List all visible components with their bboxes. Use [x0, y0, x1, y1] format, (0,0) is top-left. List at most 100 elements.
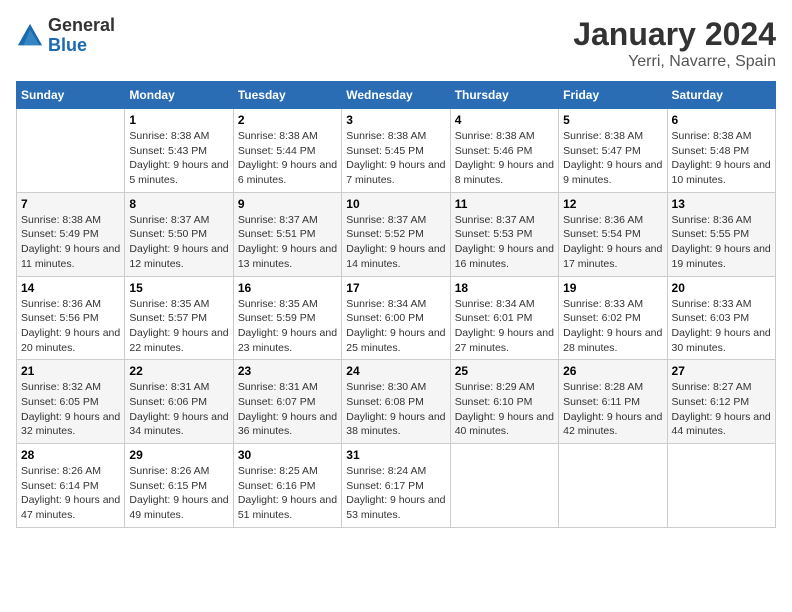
day-number: 16 — [238, 281, 337, 295]
day-number: 25 — [455, 364, 554, 378]
calendar-cell: 26 Sunrise: 8:28 AMSunset: 6:11 PMDayligh… — [559, 360, 667, 444]
calendar-cell: 28 Sunrise: 8:26 AMSunset: 6:14 PMDayligh… — [17, 444, 125, 528]
day-info: Sunrise: 8:31 AMSunset: 6:06 PMDaylight:… — [129, 380, 228, 439]
day-number: 26 — [563, 364, 662, 378]
calendar-cell — [667, 444, 775, 528]
day-number: 22 — [129, 364, 228, 378]
calendar-cell: 23 Sunrise: 8:31 AMSunset: 6:07 PMDayligh… — [233, 360, 341, 444]
header-sunday: Sunday — [17, 82, 125, 109]
day-info: Sunrise: 8:36 AMSunset: 5:56 PMDaylight:… — [21, 297, 120, 356]
calendar-cell: 6Sunrise: 8:38 AMSunset: 5:48 PMDaylight… — [667, 109, 775, 193]
calendar-cell: 29 Sunrise: 8:26 AMSunset: 6:15 PMDayligh… — [125, 444, 233, 528]
day-info: Sunrise: 8:33 AMSunset: 6:02 PMDaylight:… — [563, 297, 662, 356]
calendar-cell: 9Sunrise: 8:37 AMSunset: 5:51 PMDaylight… — [233, 192, 341, 276]
day-number: 23 — [238, 364, 337, 378]
day-number: 27 — [672, 364, 771, 378]
calendar-week-row: 7 Sunrise: 8:38 AMSunset: 5:49 PMDaylight… — [17, 192, 776, 276]
day-info: Sunrise: 8:26 AMSunset: 6:14 PMDaylight:… — [21, 464, 120, 523]
calendar-cell: 7 Sunrise: 8:38 AMSunset: 5:49 PMDaylight… — [17, 192, 125, 276]
day-info: Sunrise: 8:38 AMSunset: 5:44 PMDaylight:… — [238, 129, 337, 188]
calendar-cell: 20Sunrise: 8:33 AMSunset: 6:03 PMDayligh… — [667, 276, 775, 360]
day-info: Sunrise: 8:36 AMSunset: 5:54 PMDaylight:… — [563, 213, 662, 272]
calendar-cell: 2 Sunrise: 8:38 AMSunset: 5:44 PMDaylight… — [233, 109, 341, 193]
calendar-cell: 31 Sunrise: 8:24 AMSunset: 6:17 PMDayligh… — [342, 444, 450, 528]
calendar-cell: 12 Sunrise: 8:36 AMSunset: 5:54 PMDayligh… — [559, 192, 667, 276]
calendar-cell: 3Sunrise: 8:38 AMSunset: 5:45 PMDaylight… — [342, 109, 450, 193]
page-header: General Blue January 2024 Yerri, Navarre… — [16, 16, 776, 71]
day-number: 17 — [346, 281, 445, 295]
calendar-cell: 8Sunrise: 8:37 AMSunset: 5:50 PMDaylight… — [125, 192, 233, 276]
day-number: 12 — [563, 197, 662, 211]
calendar-cell: 15Sunrise: 8:35 AMSunset: 5:57 PMDayligh… — [125, 276, 233, 360]
day-info: Sunrise: 8:34 AMSunset: 6:01 PMDaylight:… — [455, 297, 554, 356]
day-number: 6 — [672, 113, 771, 127]
header-friday: Friday — [559, 82, 667, 109]
day-info: Sunrise: 8:35 AMSunset: 5:59 PMDaylight:… — [238, 297, 337, 356]
day-info: Sunrise: 8:27 AMSunset: 6:12 PMDaylight:… — [672, 380, 771, 439]
calendar-cell: 27 Sunrise: 8:27 AMSunset: 6:12 PMDayligh… — [667, 360, 775, 444]
day-info: Sunrise: 8:38 AMSunset: 5:45 PMDaylight:… — [346, 129, 445, 188]
day-info: Sunrise: 8:35 AMSunset: 5:57 PMDaylight:… — [129, 297, 228, 356]
day-info: Sunrise: 8:26 AMSunset: 6:15 PMDaylight:… — [129, 464, 228, 523]
header-monday: Monday — [125, 82, 233, 109]
calendar-cell: 4 Sunrise: 8:38 AMSunset: 5:46 PMDaylight… — [450, 109, 558, 193]
day-info: Sunrise: 8:37 AMSunset: 5:50 PMDaylight:… — [129, 213, 228, 272]
day-info: Sunrise: 8:38 AMSunset: 5:46 PMDaylight:… — [455, 129, 554, 188]
day-number: 2 — [238, 113, 337, 127]
day-number: 5 — [563, 113, 662, 127]
calendar-week-row: 1Sunrise: 8:38 AMSunset: 5:43 PMDaylight… — [17, 109, 776, 193]
page-subtitle: Yerri, Navarre, Spain — [573, 53, 776, 71]
calendar-cell: 13 Sunrise: 8:36 AMSunset: 5:55 PMDayligh… — [667, 192, 775, 276]
day-number: 13 — [672, 197, 771, 211]
logo-icon — [16, 22, 44, 50]
day-info: Sunrise: 8:37 AMSunset: 5:52 PMDaylight:… — [346, 213, 445, 272]
day-number: 10 — [346, 197, 445, 211]
day-info: Sunrise: 8:33 AMSunset: 6:03 PMDaylight:… — [672, 297, 771, 356]
logo: General Blue — [16, 16, 115, 56]
title-block: January 2024 Yerri, Navarre, Spain — [573, 16, 776, 71]
calendar-cell: 22 Sunrise: 8:31 AMSunset: 6:06 PMDayligh… — [125, 360, 233, 444]
calendar-cell: 24Sunrise: 8:30 AMSunset: 6:08 PMDayligh… — [342, 360, 450, 444]
logo-blue-text: Blue — [48, 36, 115, 56]
day-info: Sunrise: 8:38 AMSunset: 5:47 PMDaylight:… — [563, 129, 662, 188]
calendar-cell — [450, 444, 558, 528]
day-info: Sunrise: 8:24 AMSunset: 6:17 PMDaylight:… — [346, 464, 445, 523]
day-number: 30 — [238, 448, 337, 462]
calendar-cell: 11Sunrise: 8:37 AMSunset: 5:53 PMDayligh… — [450, 192, 558, 276]
day-number: 31 — [346, 448, 445, 462]
calendar-table: SundayMondayTuesdayWednesdayThursdayFrid… — [16, 81, 776, 528]
calendar-cell: 14Sunrise: 8:36 AMSunset: 5:56 PMDayligh… — [17, 276, 125, 360]
day-number: 19 — [563, 281, 662, 295]
calendar-cell: 21Sunrise: 8:32 AMSunset: 6:05 PMDayligh… — [17, 360, 125, 444]
day-number: 9 — [238, 197, 337, 211]
calendar-cell — [559, 444, 667, 528]
day-number: 29 — [129, 448, 228, 462]
calendar-cell: 1Sunrise: 8:38 AMSunset: 5:43 PMDaylight… — [125, 109, 233, 193]
day-info: Sunrise: 8:25 AMSunset: 6:16 PMDaylight:… — [238, 464, 337, 523]
calendar-week-row: 28 Sunrise: 8:26 AMSunset: 6:14 PMDayligh… — [17, 444, 776, 528]
day-info: Sunrise: 8:38 AMSunset: 5:49 PMDaylight:… — [21, 213, 120, 272]
day-info: Sunrise: 8:29 AMSunset: 6:10 PMDaylight:… — [455, 380, 554, 439]
calendar-cell: 10 Sunrise: 8:37 AMSunset: 5:52 PMDayligh… — [342, 192, 450, 276]
day-info: Sunrise: 8:31 AMSunset: 6:07 PMDaylight:… — [238, 380, 337, 439]
day-number: 24 — [346, 364, 445, 378]
header-saturday: Saturday — [667, 82, 775, 109]
day-number: 28 — [21, 448, 120, 462]
day-number: 11 — [455, 197, 554, 211]
day-number: 18 — [455, 281, 554, 295]
day-number: 4 — [455, 113, 554, 127]
day-info: Sunrise: 8:34 AMSunset: 6:00 PMDaylight:… — [346, 297, 445, 356]
day-info: Sunrise: 8:36 AMSunset: 5:55 PMDaylight:… — [672, 213, 771, 272]
page-title: January 2024 — [573, 16, 776, 53]
day-number: 7 — [21, 197, 120, 211]
calendar-week-row: 21Sunrise: 8:32 AMSunset: 6:05 PMDayligh… — [17, 360, 776, 444]
header-tuesday: Tuesday — [233, 82, 341, 109]
calendar-cell: 5 Sunrise: 8:38 AMSunset: 5:47 PMDaylight… — [559, 109, 667, 193]
calendar-cell: 18 Sunrise: 8:34 AMSunset: 6:01 PMDayligh… — [450, 276, 558, 360]
day-info: Sunrise: 8:28 AMSunset: 6:11 PMDaylight:… — [563, 380, 662, 439]
calendar-cell — [17, 109, 125, 193]
calendar-cell: 30 Sunrise: 8:25 AMSunset: 6:16 PMDayligh… — [233, 444, 341, 528]
calendar-cell: 25 Sunrise: 8:29 AMSunset: 6:10 PMDayligh… — [450, 360, 558, 444]
header-wednesday: Wednesday — [342, 82, 450, 109]
calendar-cell: 16 Sunrise: 8:35 AMSunset: 5:59 PMDayligh… — [233, 276, 341, 360]
